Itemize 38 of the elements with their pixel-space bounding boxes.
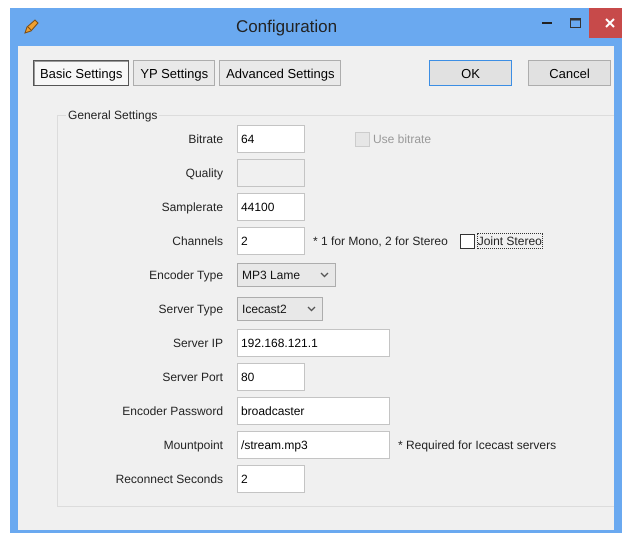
text-field[interactable]: /stream.mp3 — [237, 431, 390, 459]
checkbox[interactable]: Joint Stereo — [460, 234, 542, 248]
field-label: Server IP — [172, 336, 223, 350]
text-field[interactable]: broadcaster — [237, 397, 390, 425]
text-field[interactable]: 192.168.121.1 — [237, 329, 390, 357]
ok-button[interactable]: OK — [429, 60, 512, 86]
field-label: Samplerate — [160, 200, 223, 214]
field-label: Bitrate — [187, 132, 223, 146]
minimize-icon — [542, 22, 552, 24]
cancel-button[interactable]: Cancel — [528, 60, 611, 86]
tab[interactable]: Advanced Settings — [219, 60, 342, 86]
text-field[interactable]: 44100 — [237, 193, 305, 221]
field-label: Quality — [184, 166, 223, 180]
close-button[interactable] — [589, 8, 622, 38]
field-label: Server Port — [161, 370, 223, 384]
close-icon — [604, 18, 614, 28]
group-title: General Settings — [67, 108, 158, 122]
field-label: Reconnect Seconds — [114, 472, 223, 486]
field-label: Encoder Password — [121, 404, 223, 418]
hint-text: * 1 for Mono, 2 for Stereo — [313, 234, 448, 248]
tab[interactable]: YP Settings — [133, 60, 216, 86]
text-field[interactable]: 64 — [237, 125, 305, 153]
field-label: Server Type — [158, 302, 223, 316]
chevron-down-icon — [306, 306, 316, 312]
field-label: Mountpoint — [162, 438, 223, 452]
field-label: Encoder Type — [148, 268, 223, 282]
dropdown[interactable]: Icecast2 — [237, 297, 323, 321]
text-field[interactable]: 80 — [237, 363, 305, 391]
pencil-icon — [22, 18, 40, 36]
text-field[interactable]: 2 — [237, 465, 305, 493]
maximize-icon — [570, 18, 580, 28]
window-title: Configuration — [236, 17, 338, 37]
text-field[interactable]: 2 — [237, 227, 305, 255]
field-label: Channels — [171, 234, 223, 248]
dropdown[interactable]: MP3 Lame — [237, 263, 336, 287]
chevron-down-icon — [320, 272, 330, 278]
hint-text: * Required for Icecast servers — [398, 438, 556, 452]
tab[interactable]: Basic Settings — [33, 60, 130, 86]
